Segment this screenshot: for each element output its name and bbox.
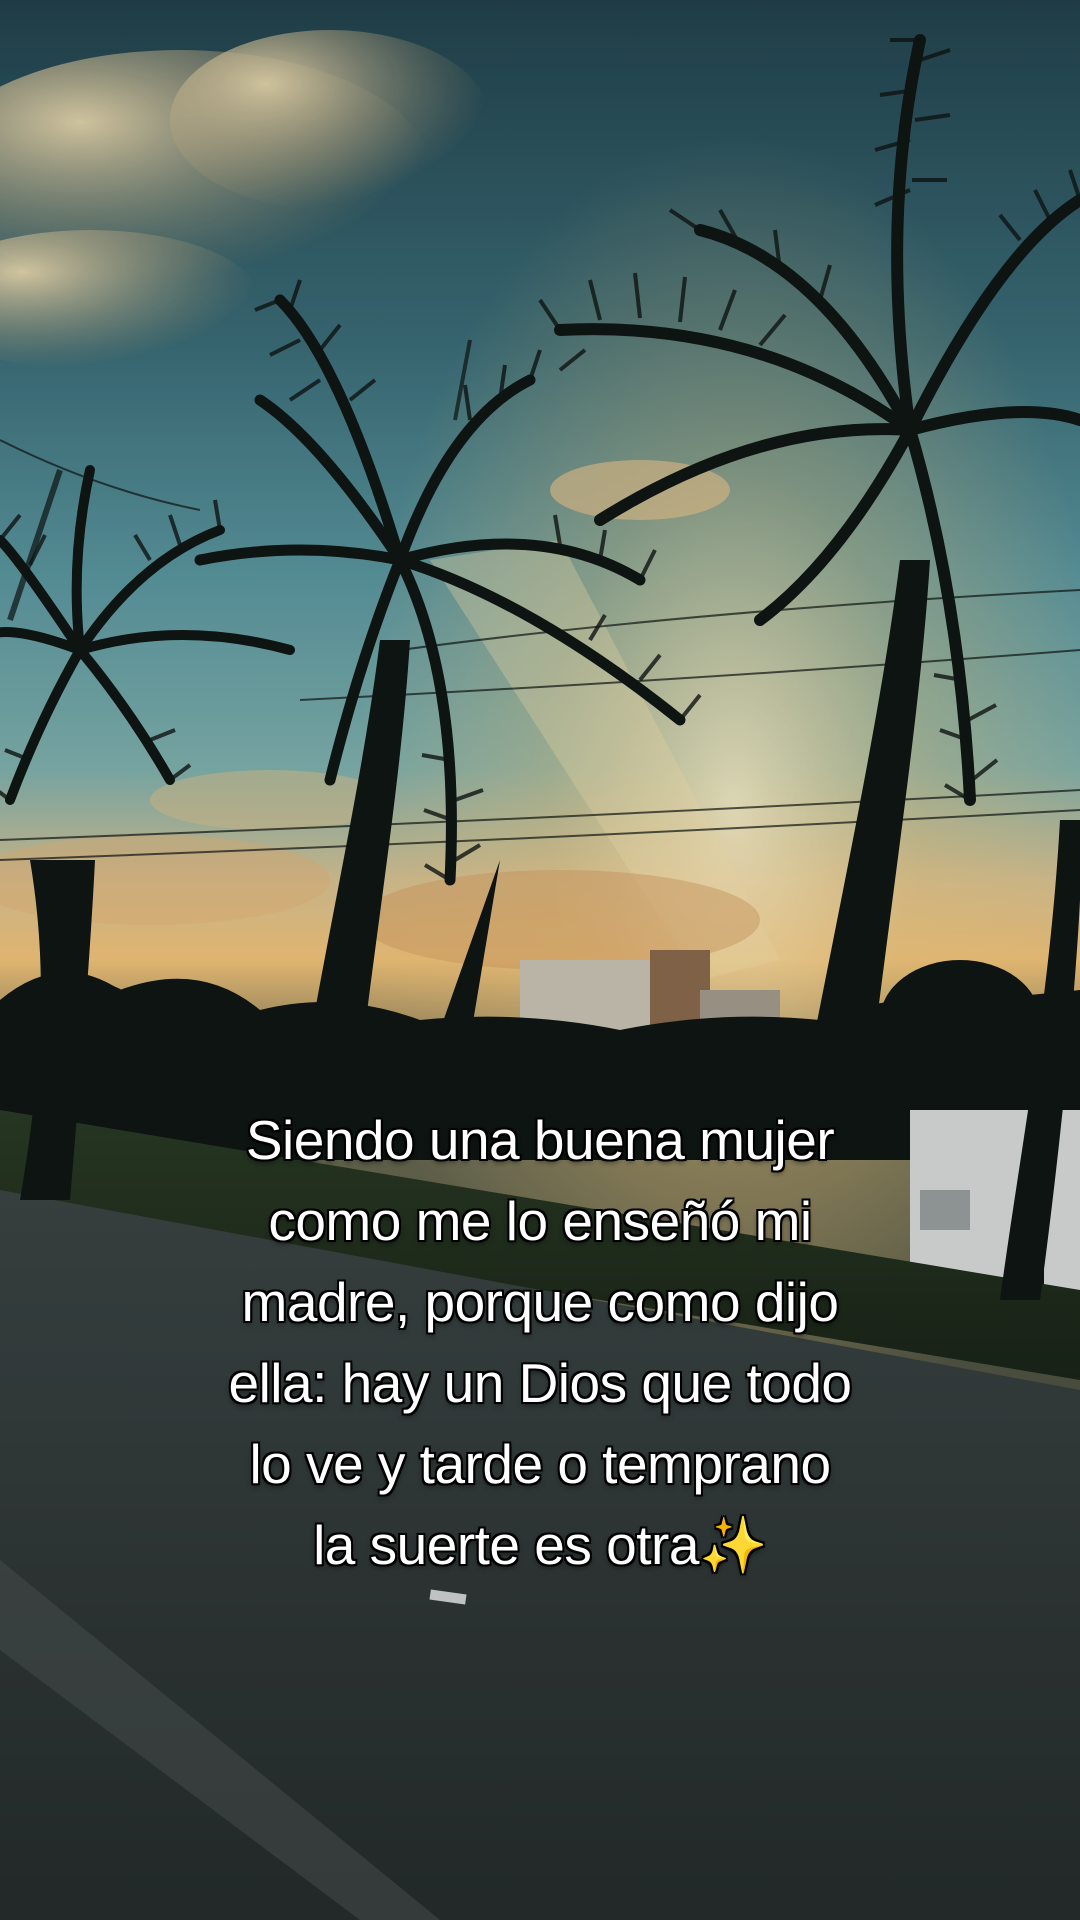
caption-text: Siendo una buena mujer como me lo enseñó… <box>90 1100 990 1586</box>
caption-line-3: madre, porque como dijo <box>241 1271 839 1333</box>
caption-line-6: la suerte es otra✨ <box>90 1505 990 1586</box>
caption-line-6-text: la suerte es otra <box>313 1514 699 1576</box>
vignette <box>0 0 1080 1920</box>
sunset-palm-photo <box>0 0 1080 1920</box>
sparkles-icon: ✨ <box>698 1514 767 1576</box>
photo-scene: Siendo una buena mujer como me lo enseñó… <box>0 0 1080 1920</box>
caption-line-2: como me lo enseñó mi <box>268 1190 812 1252</box>
caption-line-5: lo ve y tarde o temprano <box>249 1433 831 1495</box>
caption-line-4: ella: hay un Dios que todo <box>228 1352 853 1414</box>
caption-line-1: Siendo una buena mujer <box>245 1109 835 1171</box>
